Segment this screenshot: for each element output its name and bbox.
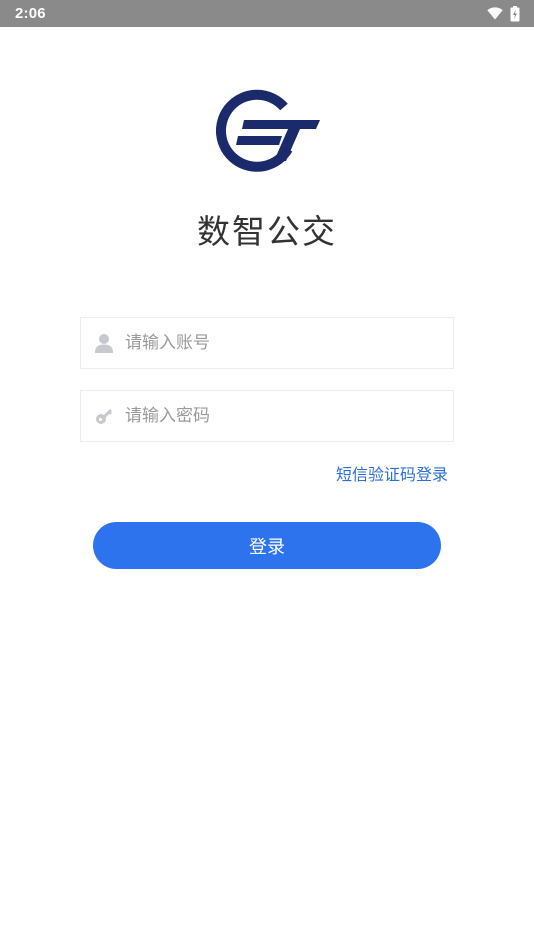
sms-login-link[interactable]: 短信验证码登录 [336, 461, 448, 485]
app-logo [212, 87, 322, 177]
status-icons [487, 5, 520, 22]
status-time: 2:06 [15, 5, 46, 22]
password-field[interactable] [80, 390, 454, 442]
user-icon [93, 332, 115, 354]
key-icon [93, 405, 115, 427]
login-screen: 2:06 数智公交 请输入账号 短信验证码登录 登录 [0, 0, 534, 950]
password-input[interactable] [125, 391, 425, 441]
login-button[interactable]: 登录 [93, 522, 441, 569]
app-title: 数智公交 [197, 212, 337, 251]
wifi-icon [487, 7, 503, 20]
account-field[interactable] [80, 317, 454, 369]
status-bar: 2:06 [0, 0, 534, 27]
battery-charging-icon [510, 5, 520, 22]
account-input[interactable] [125, 318, 425, 368]
